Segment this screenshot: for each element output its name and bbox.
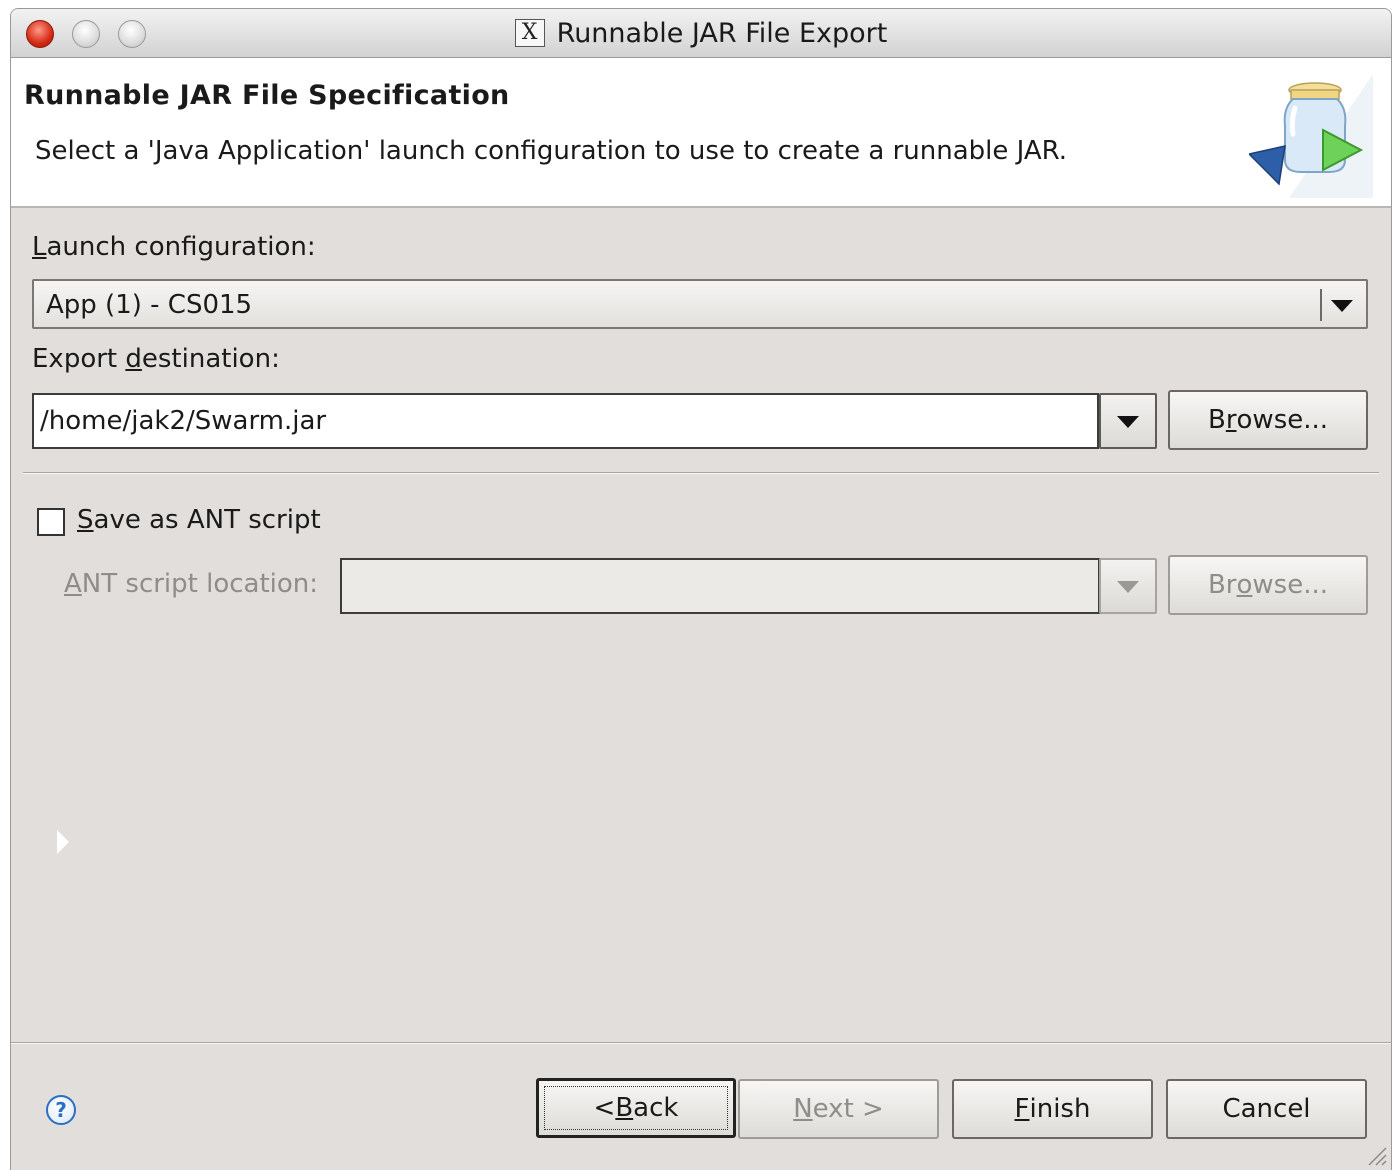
chevron-down-icon (1331, 300, 1353, 312)
chevron-down-icon (1117, 416, 1139, 428)
footer-separator (11, 1042, 1391, 1044)
finish-button[interactable]: Finish (952, 1079, 1153, 1139)
page-description: Select a 'Java Application' launch confi… (35, 136, 1068, 166)
ant-script-location-input[interactable] (340, 558, 1100, 614)
export-dialog: X Runnable JAR File Export Runnable JAR … (10, 8, 1392, 1170)
export-destination-label: Export destination: (32, 344, 280, 374)
browse-ant-script-button[interactable]: Br o wse... (1168, 555, 1368, 615)
x11-app-icon: X (514, 19, 545, 47)
export-destination-dropdown-button[interactable] (1099, 393, 1157, 449)
export-destination-input[interactable] (32, 393, 1099, 449)
section-separator (23, 472, 1379, 474)
title-bar[interactable]: X Runnable JAR File Export (11, 9, 1391, 58)
help-icon[interactable]: ? (46, 1095, 76, 1125)
wizard-header: Runnable JAR File Specification Select a… (11, 58, 1391, 208)
expand-arrow-icon[interactable] (57, 830, 69, 854)
window-title-group: X Runnable JAR File Export (11, 9, 1391, 57)
chevron-down-icon (1117, 581, 1139, 593)
launch-configuration-label: Launch configuration: (32, 232, 316, 262)
next-button[interactable]: Next > (738, 1079, 939, 1139)
save-as-ant-checkbox[interactable] (37, 508, 65, 536)
back-button[interactable]: < Back (536, 1078, 736, 1138)
browse-destination-button[interactable]: Br owse... (1168, 390, 1368, 450)
ant-script-location-label: ANT script location: (64, 569, 319, 599)
combo-separator (1320, 289, 1322, 321)
ant-script-location-dropdown-button[interactable] (1099, 558, 1157, 614)
launch-configuration-combo[interactable]: App (1) - CS015 (32, 279, 1368, 329)
page-title: Runnable JAR File Specification (24, 80, 510, 111)
focus-ring (544, 1086, 728, 1130)
jar-export-icon (1249, 74, 1373, 198)
window-title: Runnable JAR File Export (556, 17, 888, 49)
cancel-button[interactable]: Cancel (1166, 1079, 1367, 1139)
resize-grip-icon[interactable] (1365, 1144, 1387, 1166)
save-as-ant-label[interactable]: Save as ANT script (77, 505, 321, 535)
launch-configuration-value: App (1) - CS015 (46, 290, 253, 320)
